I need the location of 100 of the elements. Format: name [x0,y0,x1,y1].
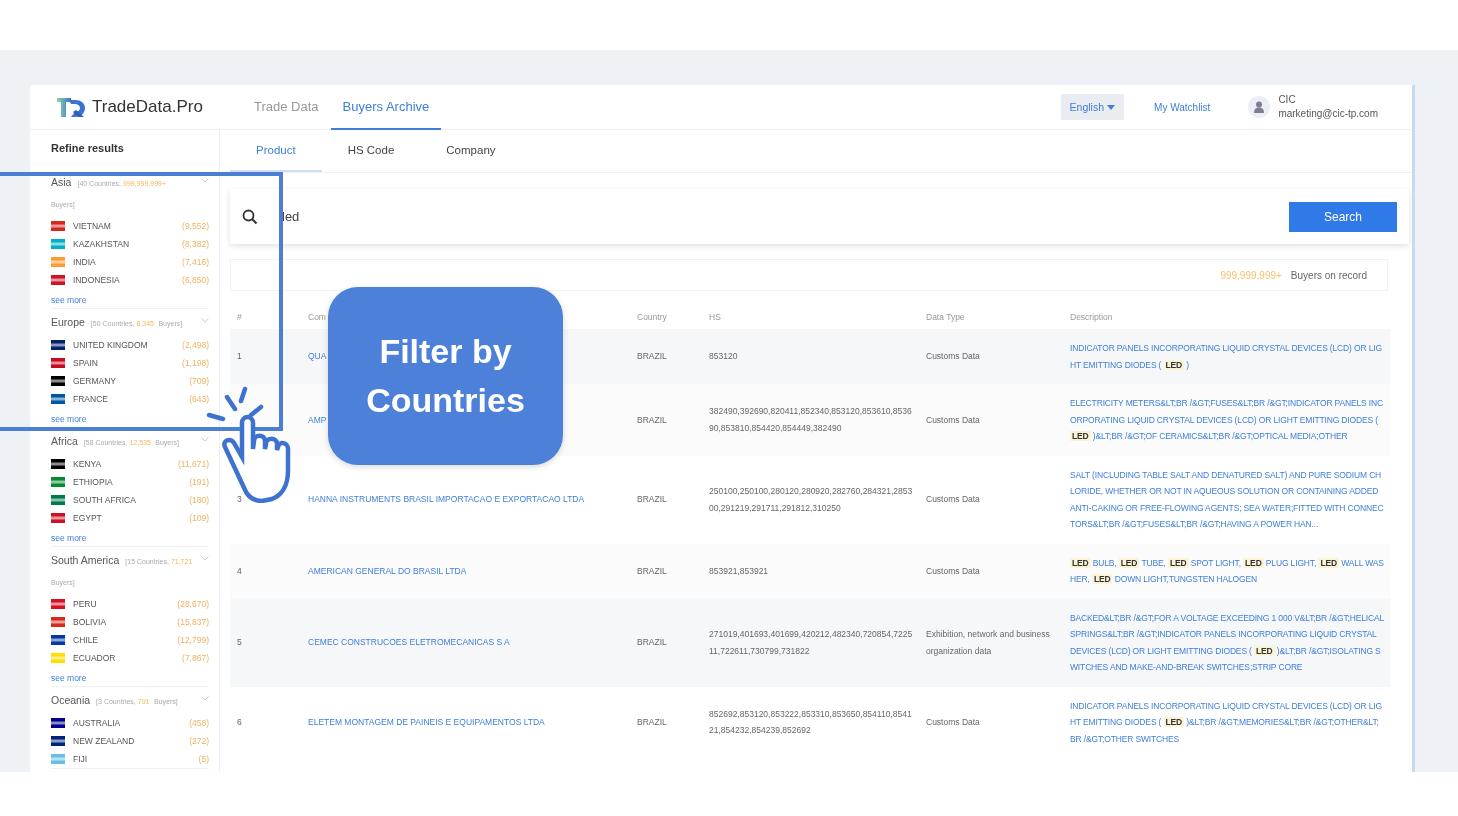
chevron-icon[interactable] [201,696,209,701]
flag-icon [51,340,65,350]
description-cell: BACKED&LT;BR /&GT;FOR A VOLTAGE EXCEEDING 1 000 V&LT;BR /&GT;HELICAL SPRINGS&LT;BR /&GT;INDICATOR PANELS INCORPORATING LIQUID CRYSTAL DEVICES (LCD) OR LIGHT EMITTING DIODES ( LED )&LT;BR /&GT;ISOLATING SWITCHES AND MAKE-AND-BREAK SWITCHES;STRIP CORE [1063,598,1390,687]
flag-icon [51,617,65,627]
country-name[interactable]: ETHIOPIA [73,477,190,487]
country-name[interactable]: BOLIVIA [73,617,178,627]
callout-label: Filter by Countries [328,287,563,465]
country-name[interactable]: INDIA [73,257,183,267]
country-name[interactable]: VIETNAM [73,221,183,231]
row-number: 3 [230,455,301,544]
table-cell: Customs Data [919,455,1063,544]
country-count: (15,837) [177,617,209,627]
row-number: 6 [230,686,301,758]
country-name[interactable]: FIJI [73,754,199,764]
flag-icon [51,221,65,231]
table-cell: 382490,392690,820411,852340,853120,853610,853690,853810,854420,854449,382490 [702,384,919,456]
search-tab[interactable]: HS Code [321,130,421,172]
search-field[interactable]: led [280,208,1289,225]
country-count: (28,670) [177,599,209,609]
country-count: (2,498) [182,340,209,350]
language-dropdown[interactable]: English [1060,94,1125,120]
country-count: (9,552) [182,221,209,231]
chevron-icon[interactable] [201,318,209,323]
country-name[interactable]: SOUTH AFRICA [73,495,190,505]
flag-icon [51,275,65,285]
description-cell: INDICATOR PANELS INCORPORATING LIQUID CRYSTAL DEVICES (LCD) OR LIGHT EMITTING DIODES ( LED )&LT;BR /&GT;MEMORIES&LT;BR /&GT;OTHER&LT;BR /&GT;OTHER SWITCHES [1063,686,1390,758]
company-link[interactable]: QUA [308,351,327,362]
country-name[interactable]: EGYPT [73,513,190,523]
table-cell: 271019,401693,401699,420212,482340,720854,722511,722611,730799,731822 [702,598,919,687]
country-count: (1,198) [182,358,209,368]
country-name[interactable]: KENYA [73,459,178,469]
flag-icon [51,718,65,728]
country-name[interactable]: NEW ZEALAND [73,736,190,746]
table-cell: Exhibition, network and business organization data [919,598,1063,687]
flag-icon [51,459,65,469]
table-cell: 852692,853120,853222,853310,853650,854110,854121,854232,854239,852692 [702,686,919,758]
description-cell: INDICATOR PANELS INCORPORATING LIQUID CRYSTAL DEVICES (LCD) OR LIGHT EMITTING DIODES ( LED ) [1063,329,1390,384]
flag-icon [51,257,65,267]
see-more-link[interactable]: see more [51,673,87,683]
search-tab[interactable]: Product [230,130,322,172]
description-cell: SALT (INCLUDING TABLE SALT AND DENATURED SALT) AND PURE SODIUM CHLORIDE, WHETHER OR NOT IN AQUEOUS SOLUTION OR CONTAINING ADDED ANTI-CAKING OR FREE-FLOWING AGENTS; SEA WATER;FITTED WITH CONNECTORS&LT;BR /&GT;FUSES&LT;BR /&GT;HAVING A POWER HAN... [1063,455,1390,544]
country-name[interactable]: INDONESIA [73,275,183,285]
country-count: (709) [189,376,209,386]
country-count: (11,671) [177,459,209,469]
country-name[interactable]: GERMANY [73,376,190,386]
country-name[interactable]: UNITED KINGDOM [73,340,183,350]
table-cell: Customs Data [919,686,1063,758]
flag-icon [51,358,65,368]
region-name: Africa [51,435,78,447]
row-number: 1 [230,329,301,384]
user-avatar-icon[interactable] [1248,96,1271,118]
table-cell: BRAZIL [630,686,702,758]
country-name[interactable]: PERU [73,599,178,609]
country-count: (180) [189,495,209,505]
search-tab[interactable]: Company [420,130,522,172]
row-number: 4 [230,543,301,599]
country-name[interactable]: KAZAKHSTAN [73,239,183,249]
country-count: (272) [189,736,209,746]
see-more-link[interactable]: see more [51,295,87,305]
buyers-label: Buyers on record [1290,269,1367,281]
company-link[interactable]: AMERICAN GENERAL DO BRASIL LTDA [308,565,467,576]
chevron-icon[interactable] [201,556,209,561]
logo-icon [56,96,88,118]
country-name[interactable]: SPAIN [73,358,183,368]
flag-icon [51,513,65,523]
chevron-icon[interactable] [201,437,209,442]
flag-icon [51,477,65,487]
country-count: (7,416) [182,257,209,267]
company-link[interactable]: ELETEM MONTAGEM DE PAINEIS E EQUIPAMENTOS LTDA [308,717,545,727]
table-cell: BRAZIL [630,384,702,456]
country-count: (8,382) [182,239,209,249]
company-link[interactable]: HANNA INSTRUMENTS BRASIL IMPORTACAO E EXPORTACAO LTDA [308,494,585,505]
table-cell: BRAZIL [630,598,702,687]
country-name[interactable]: CHILE [73,635,178,645]
see-more-link[interactable]: see more [51,533,87,543]
chevron-icon[interactable] [201,178,209,183]
table-cell: Customs Data [919,543,1063,599]
search-button[interactable]: Search [1289,201,1397,232]
search-icon [242,208,258,225]
flag-icon [51,394,65,404]
country-count: (6,850) [182,275,209,285]
country-name[interactable]: FRANCE [73,394,190,404]
country-name[interactable]: AUSTRALIA [73,718,190,728]
country-count: (643) [189,394,209,404]
company-link[interactable]: AMP [308,414,327,425]
region-name: Oceania [51,694,91,706]
country-name[interactable]: ECUADOR [73,653,183,663]
user-email: marketing@cic-tp.com [1278,107,1378,121]
column-header: # [230,305,301,329]
watchlist-link[interactable]: My Watchlist [1154,101,1211,113]
table-cell: 250100,250100,280120,280920,282760,284321,285300,291219,291711,291812,310250 [702,455,919,544]
nav-tab[interactable]: Buyers Archive [330,85,442,130]
table-cell: 853120 [702,329,919,384]
table-cell: BRAZIL [630,455,702,544]
flag-icon [51,495,65,505]
see-more-link[interactable]: see more [51,414,87,424]
region-name: Europe [51,316,85,328]
country-count: (458) [189,718,209,728]
column-header: Description [1063,305,1390,329]
company-link[interactable]: CEMEC CONSTRUCOES ELETROMECANICAS S A [308,637,510,648]
